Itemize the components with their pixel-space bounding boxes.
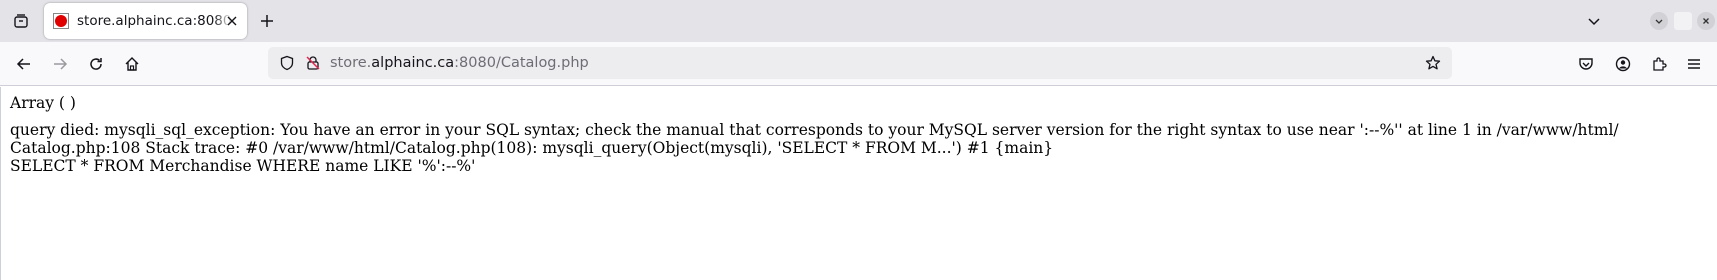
pocket-icon[interactable] bbox=[1572, 50, 1600, 78]
home-icon[interactable] bbox=[118, 50, 146, 78]
reload-icon[interactable] bbox=[82, 50, 110, 78]
tab-strip: store.alphainc.ca:8080/Catalog.php bbox=[0, 0, 1717, 42]
minimize-window-icon[interactable] bbox=[1650, 12, 1668, 30]
close-window-icon[interactable] bbox=[1697, 12, 1715, 30]
maximize-window-icon[interactable] bbox=[1674, 12, 1692, 30]
url-domain: alphainc.ca bbox=[371, 55, 455, 71]
url-path: :8080/Catalog.php bbox=[454, 55, 589, 71]
url-text: store.alphainc.ca:8080/Catalog.php bbox=[330, 54, 589, 72]
page-content: Array ( ) query died: mysqli_sql_excepti… bbox=[0, 87, 1717, 280]
url-prefix: store. bbox=[330, 55, 372, 71]
address-bar[interactable]: store.alphainc.ca:8080/Catalog.php bbox=[268, 47, 1452, 79]
error-message-line-2: Catalog.php:108 Stack trace: #0 /var/www… bbox=[10, 139, 1054, 157]
back-arrow-icon[interactable] bbox=[10, 50, 38, 78]
lock-strike-icon[interactable] bbox=[304, 54, 322, 72]
site-favicon-icon bbox=[53, 13, 69, 29]
star-icon[interactable] bbox=[1424, 54, 1442, 72]
forward-arrow-icon[interactable] bbox=[46, 50, 74, 78]
active-tab[interactable]: store.alphainc.ca:8080/Catalog.php bbox=[44, 3, 247, 39]
close-icon[interactable] bbox=[223, 12, 241, 30]
shield-icon[interactable] bbox=[278, 54, 296, 72]
puzzle-icon[interactable] bbox=[1645, 50, 1673, 78]
error-message-line-1: query died: mysqli_sql_exception: You ha… bbox=[10, 121, 1619, 139]
account-icon[interactable] bbox=[1609, 50, 1637, 78]
plus-icon[interactable] bbox=[254, 8, 280, 34]
hamburger-menu-icon[interactable] bbox=[1680, 50, 1708, 78]
tab-list-icon[interactable] bbox=[8, 8, 34, 34]
tab-title: store.alphainc.ca:8080/Catalog.php bbox=[77, 13, 232, 29]
array-output: Array ( ) bbox=[10, 94, 76, 112]
nav-toolbar: store.alphainc.ca:8080/Catalog.php bbox=[0, 42, 1717, 86]
chevron-down-icon[interactable] bbox=[1582, 9, 1606, 33]
sql-query-output: SELECT * FROM Merchandise WHERE name LIK… bbox=[10, 157, 476, 175]
